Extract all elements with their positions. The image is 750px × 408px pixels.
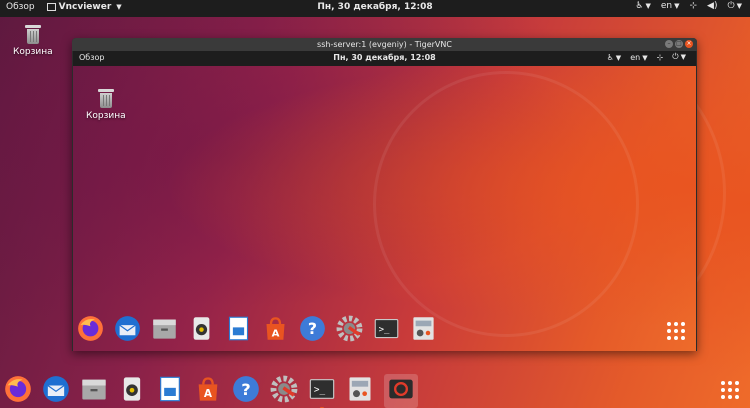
network-icon[interactable]: ⊹ (657, 53, 664, 62)
svg-text:>_: >_ (314, 385, 326, 396)
dock-item[interactable] (4, 375, 32, 407)
thunderbird-icon (42, 375, 70, 407)
dock-item[interactable] (384, 374, 418, 408)
firefox-icon (77, 315, 104, 346)
dock-item[interactable]: A (262, 317, 289, 344)
chevron-down-icon: ▼ (674, 2, 680, 10)
trash-label: Корзина (86, 111, 126, 121)
remote-desktop[interactable]: Обзор Пн, 30 декабря, 12:08 ♿ ▼ en ▼ ⊹ ⏻ ▼ … (73, 51, 696, 351)
system-monitor-icon (410, 315, 437, 346)
remote-clock[interactable]: Пн, 30 декабря, 12:08 (73, 53, 696, 62)
dock-item[interactable] (77, 315, 104, 346)
svg-text:A: A (204, 388, 213, 400)
show-applications-button[interactable] (667, 322, 685, 340)
dock-item[interactable] (270, 375, 298, 407)
accessibility-icon[interactable]: ♿ ▼ (635, 1, 650, 11)
trash-label: Корзина (13, 47, 53, 57)
thunderbird-icon (114, 315, 141, 346)
svg-text:>_: >_ (379, 325, 390, 335)
dock-item[interactable]: A (194, 377, 222, 405)
dock-item[interactable] (410, 317, 437, 344)
vnc-window[interactable]: ssh-server:1 (evgeniy) - TigerVNC – □ × … (72, 38, 697, 351)
accessibility-icon[interactable]: ♿ ▼ (607, 53, 622, 62)
language-label: en (660, 1, 673, 11)
dock-item[interactable] (118, 377, 146, 405)
dock-item[interactable] (225, 315, 252, 346)
dock-item[interactable] (151, 317, 178, 344)
trash-icon (97, 89, 114, 109)
trash-icon (24, 25, 41, 45)
files-icon (80, 375, 108, 407)
power-icon[interactable]: ⏻ ▼ (672, 52, 686, 62)
language-menu[interactable]: en ▼ (661, 1, 680, 11)
desktop: Обзор Vncviewer ▼ Пн, 30 декабря, 12:08 … (0, 0, 750, 408)
dock-item[interactable] (80, 377, 108, 405)
dock-item[interactable]: >_ (308, 375, 336, 408)
dock-item[interactable] (114, 315, 141, 346)
ubuntu-software-icon: A (194, 375, 222, 407)
minimize-button[interactable]: – (665, 40, 673, 48)
maximize-button[interactable]: □ (675, 40, 683, 48)
language-menu[interactable]: en ▼ (630, 53, 647, 62)
dock-item[interactable] (188, 317, 215, 344)
language-label: en (630, 52, 641, 62)
remote-dock: A? >_ (77, 315, 437, 346)
wallpaper-watermark (373, 71, 639, 337)
chevron-down-icon: ▼ (642, 53, 648, 62)
close-button[interactable]: × (685, 40, 693, 48)
sound-icon[interactable]: ◀) (707, 1, 717, 11)
remote-trash-desktop-icon[interactable]: Корзина (86, 89, 126, 121)
terminal-icon: >_ (308, 375, 336, 407)
svg-text:?: ? (308, 319, 317, 338)
top-panel: Обзор Vncviewer ▼ Пн, 30 декабря, 12:08 … (0, 0, 750, 17)
window-title: ssh-server:1 (evgeniy) - TigerVNC (317, 40, 452, 49)
files-icon (151, 315, 178, 346)
svg-text:?: ? (241, 380, 250, 399)
dock-item[interactable]: >_ (373, 317, 400, 344)
dock-item[interactable] (346, 377, 374, 405)
rhythmbox-icon (188, 315, 215, 346)
libreoffice-writer-icon (156, 375, 184, 407)
app-grid-icon (667, 322, 685, 340)
settings-icon (336, 315, 363, 346)
network-icon[interactable]: ⊹ (690, 1, 698, 11)
dock-item[interactable] (42, 375, 70, 407)
dock-item[interactable]: ? (232, 375, 260, 407)
dock-item[interactable] (156, 375, 184, 407)
terminal-icon: >_ (373, 315, 400, 346)
vncviewer-icon (387, 375, 415, 407)
app-grid-icon (721, 381, 739, 399)
power-icon[interactable]: ⏻ ▼ (727, 1, 742, 11)
help-icon: ? (232, 375, 260, 407)
remote-top-panel: Обзор Пн, 30 декабря, 12:08 ♿ ▼ en ▼ ⊹ ⏻ ▼ (73, 51, 696, 66)
svg-text:A: A (272, 328, 280, 339)
firefox-icon (4, 375, 32, 407)
rhythmbox-icon (118, 375, 146, 407)
dock-item[interactable] (336, 315, 363, 346)
window-titlebar[interactable]: ssh-server:1 (evgeniy) - TigerVNC – □ × (72, 38, 697, 51)
dock: A? >_ (4, 374, 418, 408)
system-monitor-icon (346, 375, 374, 407)
dock-item[interactable]: ? (299, 315, 326, 346)
settings-icon (270, 375, 298, 407)
show-applications-button[interactable] (721, 381, 739, 399)
ubuntu-software-icon: A (262, 315, 289, 346)
trash-desktop-icon[interactable]: Корзина (13, 25, 53, 57)
libreoffice-writer-icon (225, 315, 252, 346)
help-icon: ? (299, 315, 326, 346)
